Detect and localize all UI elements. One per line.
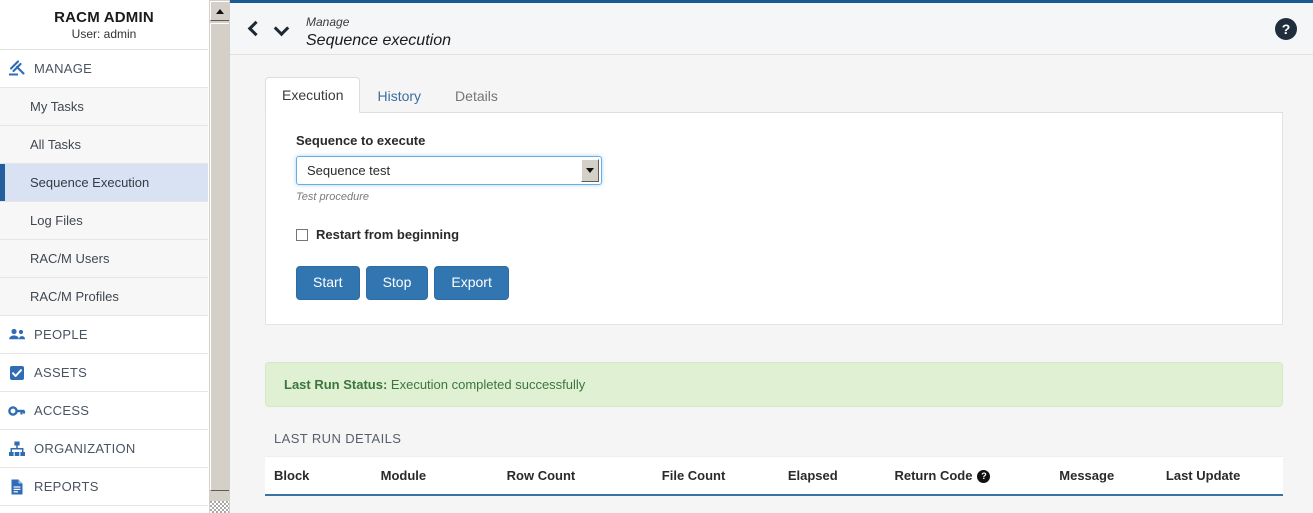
- header-nav-arrows: [230, 9, 288, 35]
- scroll-up-arrow-icon: [215, 8, 224, 14]
- sidebar-item-racm-profiles[interactable]: RAC/M Profiles: [0, 278, 208, 316]
- tab-label: History: [377, 88, 422, 104]
- sequence-select-label: Sequence to execute: [296, 133, 426, 148]
- column-header-block[interactable]: Block: [265, 457, 372, 497]
- tab-label: Details: [455, 88, 498, 104]
- sidebar-item-label: RAC/M Users: [30, 251, 110, 266]
- scrollbar-corner: [210, 501, 229, 513]
- page-header: Manage Sequence execution ?: [230, 3, 1313, 55]
- tab-details[interactable]: Details: [438, 78, 515, 113]
- restart-checkbox-label: Restart from beginning: [316, 227, 460, 242]
- sequence-select-toggle[interactable]: [581, 159, 599, 182]
- help-circle-icon[interactable]: ?: [1275, 18, 1297, 40]
- sidebar-group-label: ACCESS: [34, 403, 90, 418]
- column-label: Row Count: [506, 468, 576, 484]
- sidebar-item-racm-users[interactable]: RAC/M Users: [0, 240, 208, 278]
- column-label: Message: [1059, 468, 1115, 484]
- sidebar-group-manage[interactable]: MANAGE: [0, 50, 208, 88]
- key-icon: [8, 401, 34, 421]
- sidebar-item-label: Sequence Execution: [30, 175, 150, 190]
- sidebar-item-label: RAC/M Profiles: [30, 289, 119, 304]
- sidebar-item-my-tasks[interactable]: My Tasks: [0, 88, 208, 126]
- export-button[interactable]: Export: [434, 266, 509, 300]
- stop-button[interactable]: Stop: [365, 266, 429, 300]
- breadcrumb: Manage Sequence execution: [306, 9, 451, 51]
- sidebar: RACM ADMIN User: admin MANAGE My Tasks A…: [0, 0, 230, 513]
- page-title: Sequence execution: [306, 32, 451, 50]
- chevron-down-icon: [586, 168, 594, 173]
- sidebar-group-access[interactable]: ACCESS: [0, 392, 208, 430]
- sidebar-group-reports[interactable]: REPORTS: [0, 468, 208, 506]
- sidebar-item-label: Log Files: [30, 213, 83, 228]
- sidebar-item-label: All Tasks: [30, 137, 82, 152]
- sidebar-scrollbar[interactable]: [208, 0, 229, 513]
- chevron-left-icon[interactable]: [248, 21, 262, 35]
- chevron-down-icon[interactable]: [274, 21, 288, 35]
- tab-label: Execution: [282, 87, 344, 103]
- sidebar-group-label: ASSETS: [34, 365, 88, 380]
- last-run-details-table: Block Module Row Count File Count Elapse…: [265, 457, 1283, 497]
- brand-title: RACM ADMIN: [54, 9, 154, 26]
- sidebar-group-label: PEOPLE: [34, 327, 88, 342]
- column-header-file-count[interactable]: File Count: [652, 457, 779, 497]
- sidebar-item-all-tasks[interactable]: All Tasks: [0, 126, 208, 164]
- brand-user: User: admin: [71, 27, 137, 41]
- return-code-help-icon[interactable]: ?: [977, 470, 991, 484]
- last-run-details-title: LAST RUN DETAILS: [274, 431, 402, 446]
- table-header-row: Block Module Row Count File Count Elapse…: [265, 457, 1283, 497]
- content-area: Execution History Details Sequence to ex…: [230, 55, 1313, 513]
- sequence-select-value: Sequence test: [307, 163, 391, 178]
- main-content: Manage Sequence execution ? Execution Hi…: [230, 0, 1313, 513]
- tab-execution[interactable]: Execution: [265, 77, 361, 113]
- column-label: Block: [274, 468, 310, 484]
- gavel-icon: [8, 59, 34, 79]
- execution-panel: Sequence to execute Sequence test Test p…: [265, 113, 1283, 325]
- brand-header: RACM ADMIN User: admin: [0, 0, 208, 50]
- sidebar-item-sequence-execution[interactable]: Sequence Execution: [0, 164, 208, 202]
- status-label: Last Run Status:: [284, 377, 388, 392]
- sidebar-item-label: My Tasks: [30, 99, 84, 114]
- status-banner: Last Run Status: Execution completed suc…: [265, 362, 1283, 407]
- sidebar-group-people[interactable]: PEOPLE: [0, 316, 208, 354]
- column-label: File Count: [661, 468, 726, 484]
- tab-bar: Execution History Details: [265, 77, 1283, 113]
- action-buttons: Start Stop Export: [296, 266, 1282, 300]
- column-header-message[interactable]: Message: [1050, 457, 1157, 497]
- sidebar-item-log-files[interactable]: Log Files: [0, 202, 208, 240]
- sidebar-group-assets[interactable]: ASSETS: [0, 354, 208, 392]
- people-icon: [8, 325, 34, 345]
- scrollbar-thumb[interactable]: [210, 23, 229, 491]
- sidebar-nav: RACM ADMIN User: admin MANAGE My Tasks A…: [0, 0, 208, 513]
- column-header-row-count[interactable]: Row Count: [497, 457, 653, 497]
- last-run-details-table-wrap: Block Module Row Count File Count Elapse…: [265, 456, 1283, 497]
- sidebar-group-label: ORGANIZATION: [34, 441, 136, 456]
- column-header-last-update[interactable]: Last Update: [1156, 457, 1283, 497]
- tab-history[interactable]: History: [360, 78, 438, 113]
- restart-from-beginning-checkbox[interactable]: [296, 228, 308, 241]
- sidebar-group-label: MANAGE: [34, 61, 93, 76]
- sidebar-group-label: REPORTS: [34, 479, 99, 494]
- sidebar-group-organization[interactable]: ORGANIZATION: [0, 430, 208, 468]
- column-header-module[interactable]: Module: [371, 457, 498, 497]
- column-header-return-code[interactable]: Return Code?: [885, 457, 1051, 497]
- restart-checkbox-row[interactable]: Restart from beginning: [296, 227, 1282, 242]
- breadcrumb-parent[interactable]: Manage: [306, 15, 451, 29]
- column-label: Elapsed: [787, 468, 838, 484]
- org-chart-icon: [8, 439, 34, 459]
- application-window: RACM ADMIN User: admin MANAGE My Tasks A…: [0, 0, 1313, 513]
- sequence-select-hint: Test procedure: [296, 191, 369, 203]
- column-label: Last Update: [1165, 468, 1241, 484]
- column-label: Return Code: [894, 468, 973, 483]
- document-icon: [8, 477, 34, 497]
- scroll-up-button[interactable]: [209, 1, 229, 21]
- column-header-elapsed[interactable]: Elapsed: [778, 457, 886, 497]
- start-button[interactable]: Start: [296, 266, 360, 300]
- clipboard-check-icon: [8, 363, 34, 383]
- column-label: Module: [380, 468, 427, 484]
- sequence-select[interactable]: Sequence test: [296, 156, 602, 185]
- status-message: Execution completed successfully: [390, 377, 586, 392]
